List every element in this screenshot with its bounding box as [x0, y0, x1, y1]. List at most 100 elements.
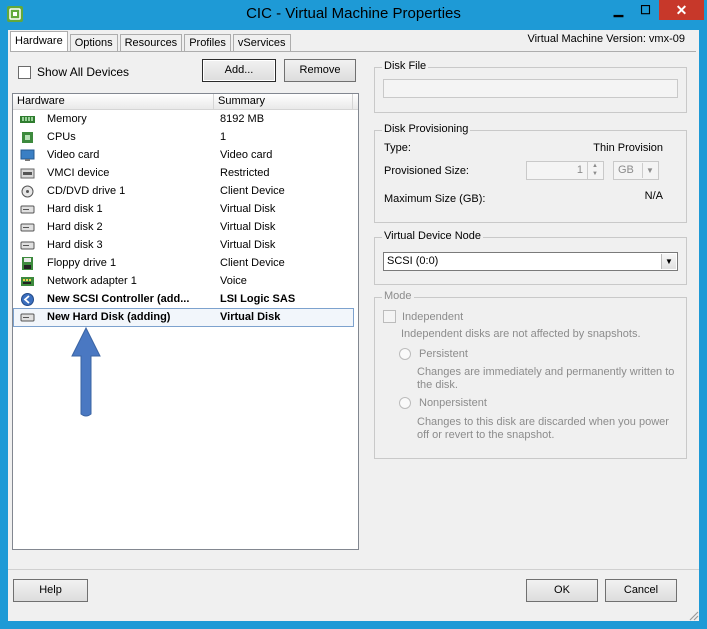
table-row[interactable]: New SCSI Controller (add... LSI Logic SA…: [14, 291, 353, 308]
provisioned-size-input[interactable]: 1 ▲ ▼: [526, 161, 604, 180]
add-button[interactable]: Add...: [202, 59, 276, 82]
hard-disk-icon: [20, 241, 35, 250]
size-unit-select[interactable]: GB ▼: [613, 161, 659, 180]
max-size-label: Maximum Size (GB):: [384, 193, 486, 205]
scsi-controller-icon: [21, 293, 34, 306]
row-name: New SCSI Controller (add...: [47, 293, 190, 305]
row-summary: Video card: [220, 149, 273, 161]
row-summary: 1: [220, 131, 227, 143]
table-row[interactable]: Hard disk 3 Virtual Disk: [14, 237, 353, 254]
tab-resources[interactable]: Resources: [119, 34, 183, 52]
memory-icon: [20, 116, 35, 123]
tab-profiles[interactable]: Profiles: [184, 34, 231, 52]
show-all-devices[interactable]: Show All Devices: [18, 65, 129, 79]
row-summary: 8192 MB: [220, 113, 265, 125]
resize-grip-icon[interactable]: [687, 609, 699, 621]
footer-divider: [8, 569, 699, 570]
nonpersistent-description: Changes to this disk are discarded when …: [417, 416, 669, 441]
cancel-button[interactable]: Cancel: [605, 579, 677, 602]
persistent-label: Persistent: [419, 348, 468, 360]
row-name: CD/DVD drive 1: [47, 185, 126, 197]
row-name: CPUs: [47, 131, 76, 143]
close-icon[interactable]: ✕: [659, 0, 704, 20]
hard-disk-icon: [20, 313, 35, 322]
row-name: VMCI device: [47, 167, 110, 179]
up-arrow-icon: [71, 326, 101, 417]
row-summary: Virtual Disk: [220, 203, 276, 215]
table-row[interactable]: Network adapter 1 Voice: [14, 273, 353, 290]
cpu-icon: [22, 132, 33, 143]
row-name: Floppy drive 1: [47, 257, 117, 269]
tab-hardware[interactable]: Hardware: [10, 31, 68, 52]
maximize-icon[interactable]: ☐: [632, 0, 659, 20]
vm-version-label: Virtual Machine Version: vmx-09: [527, 33, 685, 45]
row-name: Video card: [47, 149, 100, 161]
provisioned-size-label: Provisioned Size:: [384, 165, 469, 177]
persistent-description: Changes are immediately and permanently …: [417, 366, 675, 391]
independent-option[interactable]: Independent: [383, 310, 463, 323]
disk-provisioning-legend: Disk Provisioning: [382, 123, 471, 135]
table-row[interactable]: CPUs 1: [14, 129, 353, 146]
max-size-value: N/A: [644, 190, 663, 202]
table-row[interactable]: Memory 8192 MB: [14, 111, 353, 128]
independent-label: Independent: [402, 310, 464, 323]
nonpersistent-option[interactable]: Nonpersistent: [399, 397, 487, 409]
remove-button[interactable]: Remove: [284, 59, 356, 82]
row-name: Hard disk 2: [47, 221, 103, 233]
type-label: Type:: [384, 142, 411, 154]
table-row[interactable]: CD/DVD drive 1 Client Device: [14, 183, 353, 200]
row-summary: LSI Logic SAS: [220, 293, 296, 305]
mode-group: Mode Independent Independent disks are n…: [374, 290, 687, 459]
device-node-value: SCSI (0:0): [387, 255, 439, 267]
mode-legend: Mode: [382, 290, 414, 302]
disk-provisioning-group: Disk Provisioning Type: Thin Provision P…: [374, 123, 687, 223]
row-summary: Client Device: [220, 185, 285, 197]
window-title: CIC - Virtual Machine Properties: [246, 5, 461, 22]
table-row-selected[interactable]: New Hard Disk (adding) Virtual Disk: [13, 308, 354, 327]
table-row[interactable]: VMCI device Restricted: [14, 165, 353, 182]
row-name: Network adapter 1: [47, 275, 137, 287]
hard-disk-icon: [20, 205, 35, 214]
row-summary: Virtual Disk: [220, 221, 276, 233]
table-row[interactable]: Hard disk 2 Virtual Disk: [14, 219, 353, 236]
hardware-tab-panel: Show All Devices Add... Remove Hardware …: [10, 51, 696, 570]
dialog-client: Hardware Options Resources Profiles vSer…: [8, 30, 699, 621]
minimize-icon[interactable]: ▁: [605, 0, 632, 20]
persistent-option[interactable]: Persistent: [399, 348, 468, 360]
row-name: Memory: [47, 113, 87, 125]
row-summary: Restricted: [220, 167, 270, 179]
row-summary: Client Device: [220, 257, 285, 269]
help-button[interactable]: Help: [13, 579, 88, 602]
table-header: Hardware Summary: [13, 94, 358, 110]
table-row[interactable]: Video card Video card: [14, 147, 353, 164]
spinner-arrows-icon[interactable]: ▲ ▼: [587, 162, 602, 179]
cd-drive-icon: [21, 185, 34, 198]
tab-options[interactable]: Options: [69, 34, 118, 52]
show-all-devices-label: Show All Devices: [37, 65, 130, 79]
nonpersistent-radio[interactable]: [399, 397, 411, 409]
chevron-down-icon: ▼: [642, 163, 657, 178]
nonpersistent-label: Nonpersistent: [419, 397, 487, 409]
network-adapter-icon: [21, 277, 34, 286]
row-summary: Virtual Disk: [220, 311, 281, 323]
device-node-select[interactable]: SCSI (0:0) ▼: [383, 252, 678, 271]
table-row[interactable]: Floppy drive 1 Client Device: [14, 255, 353, 272]
floppy-icon: [22, 257, 33, 270]
hard-disk-icon: [20, 223, 35, 232]
persistent-radio[interactable]: [399, 348, 411, 360]
column-header-summary[interactable]: Summary: [214, 94, 353, 109]
monitor-icon: [20, 149, 35, 161]
chevron-down-icon[interactable]: ▼: [661, 254, 676, 269]
disk-file-input[interactable]: [383, 79, 678, 98]
tab-vservices[interactable]: vServices: [232, 34, 291, 52]
show-all-devices-checkbox[interactable]: [18, 65, 31, 79]
row-name: New Hard Disk (adding): [47, 311, 171, 323]
table-row[interactable]: Hard disk 1 Virtual Disk: [14, 201, 353, 218]
device-icon: [20, 168, 35, 179]
column-header-hardware[interactable]: Hardware: [13, 94, 214, 109]
tab-strip: Hardware Options Resources Profiles vSer…: [8, 30, 293, 52]
row-name: Hard disk 3: [47, 239, 103, 251]
virtual-device-node-group: Virtual Device Node SCSI (0:0) ▼: [374, 230, 687, 285]
independent-checkbox[interactable]: [383, 310, 396, 323]
ok-button[interactable]: OK: [526, 579, 598, 602]
